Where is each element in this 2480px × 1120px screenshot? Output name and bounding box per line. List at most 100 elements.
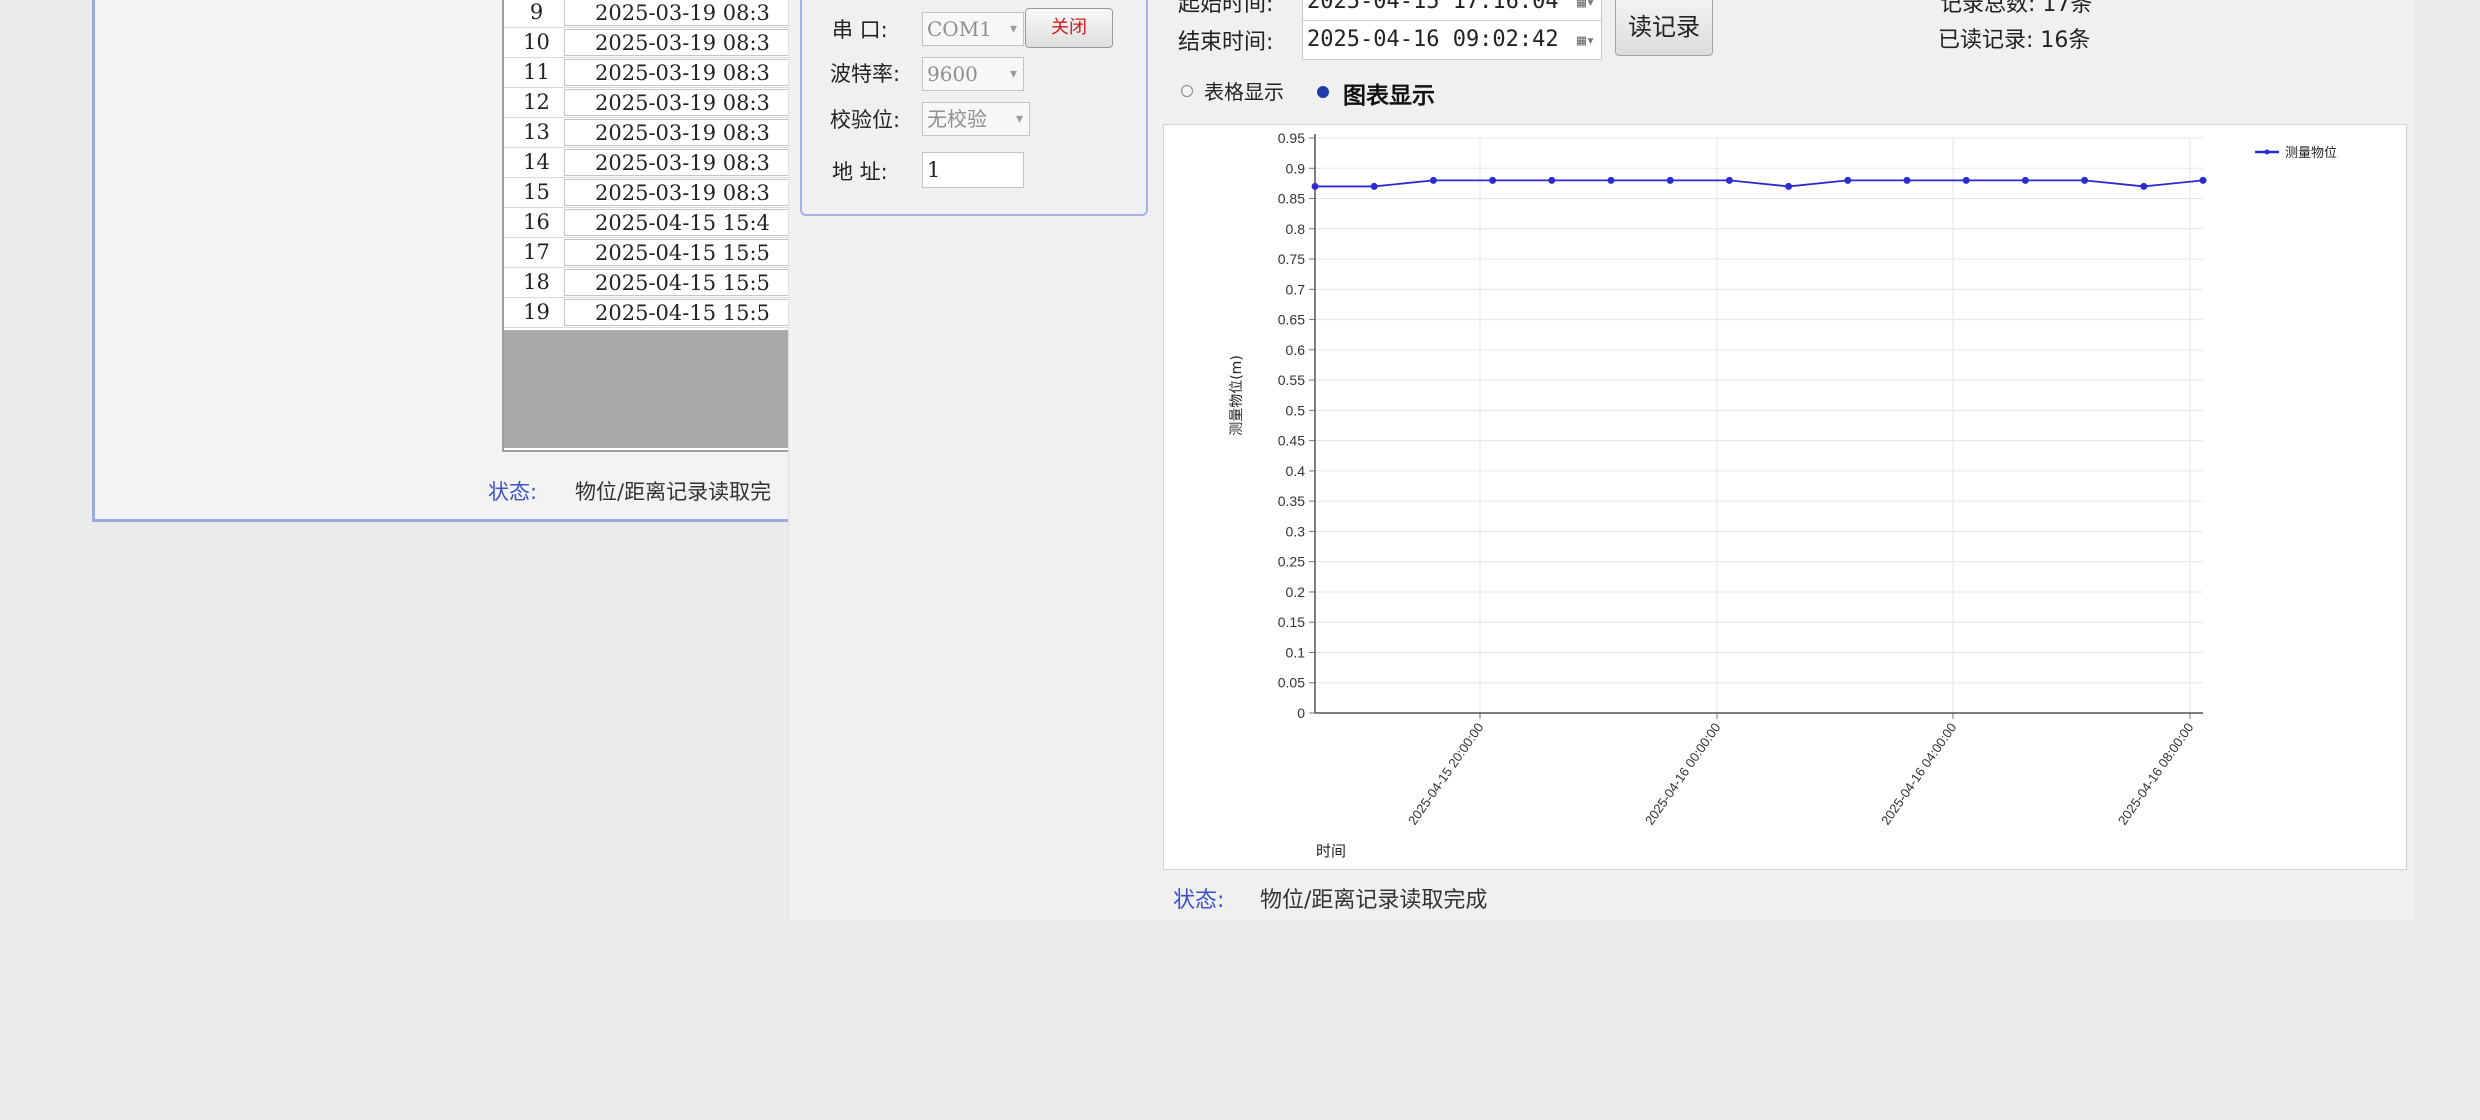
baud-select-value: 9600 — [927, 62, 978, 86]
table-row[interactable]: 14 2025-03-19 08:3 — [504, 148, 824, 178]
row-index: 15 — [523, 180, 550, 204]
y-axis-label: 测量物位(m) — [1229, 355, 1245, 436]
row-datetime: 2025-04-15 15:5 — [564, 299, 824, 326]
row-datetime: 2025-03-19 08:3 — [564, 59, 824, 86]
close-port-button[interactable]: 关闭 — [1025, 8, 1113, 48]
chevron-down-icon: ▾ — [1015, 111, 1023, 127]
data-point — [1311, 182, 1319, 190]
table-row[interactable]: 10 2025-03-19 08:3 — [504, 28, 824, 58]
row-index: 10 — [523, 30, 550, 54]
series-line — [1315, 179, 2204, 188]
row-datetime: 2025-03-19 08:3 — [564, 179, 824, 206]
y-tick-label: 0.05 — [1278, 675, 1305, 691]
back-status-label: 状态: — [488, 480, 538, 504]
y-tick-label: 0.55 — [1278, 372, 1305, 388]
start-time-label: 起始时间: — [1178, 0, 1274, 17]
chart-view-label[interactable]: 图表显示 — [1343, 76, 1435, 110]
y-tick-label: 0.2 — [1286, 584, 1306, 600]
data-point — [1666, 176, 1674, 184]
data-point — [1429, 176, 1437, 184]
y-tick-label: 0 — [1297, 705, 1305, 721]
end-time-label: 结束时间: — [1178, 30, 1274, 55]
start-time-value: 2025-04-15 17:16:04 — [1307, 0, 1559, 14]
read-records-button[interactable]: 读记录 — [1615, 0, 1713, 56]
table-row[interactable]: 11 2025-03-19 08:3 — [504, 58, 824, 88]
main-status-label: 状态: — [1173, 888, 1225, 913]
y-tick-label: 0.7 — [1286, 281, 1306, 297]
table-empty-area — [504, 330, 814, 448]
back-status-text: 物位/距离记录读取完 — [575, 480, 772, 504]
main-status-text: 物位/距离记录读取完成 — [1260, 888, 1488, 913]
row-datetime: 2025-04-15 15:5 — [564, 239, 824, 266]
row-index: 16 — [523, 210, 550, 234]
data-point — [1489, 176, 1497, 184]
data-point — [2199, 176, 2207, 184]
data-point — [1548, 176, 1556, 184]
x-tick-label: 2025-04-16 00:00:00 — [1642, 720, 1724, 827]
y-tick-label: 0.95 — [1278, 130, 1305, 146]
y-tick-label: 0.15 — [1278, 614, 1305, 630]
table-row[interactable]: 9 2025-03-19 08:3 — [504, 0, 824, 28]
y-tick-label: 0.4 — [1286, 463, 1306, 479]
parity-select-value: 无校验 — [927, 107, 987, 131]
chevron-down-icon: ▾ — [1009, 66, 1017, 82]
row-datetime: 2025-03-19 08:3 — [564, 29, 824, 56]
row-index: 11 — [523, 60, 550, 84]
data-point — [2021, 176, 2029, 184]
calendar-icon[interactable]: ▦▾ — [1577, 21, 1595, 59]
y-tick-label: 0.35 — [1278, 493, 1305, 509]
read-records-count: 已读记录: 16条 — [1938, 28, 2091, 53]
start-time-picker[interactable]: 2025-04-15 17:16:04 ▦▾ — [1302, 0, 1602, 22]
chevron-down-icon: ▾ — [1009, 21, 1017, 37]
row-datetime: 2025-03-19 08:3 — [564, 149, 824, 176]
port-select[interactable]: COM1 ▾ — [922, 12, 1024, 46]
table-row[interactable]: 13 2025-03-19 08:3 — [504, 118, 824, 148]
row-datetime: 2025-04-15 15:4 — [564, 209, 824, 236]
table-row[interactable]: 16 2025-04-15 15:4 — [504, 208, 824, 238]
row-index: 18 — [523, 270, 550, 294]
row-index: 12 — [523, 90, 550, 114]
end-time-value: 2025-04-16 09:02:42 — [1307, 27, 1559, 52]
table-view-label[interactable]: 表格显示 — [1204, 76, 1284, 105]
address-input[interactable]: 1 — [922, 152, 1024, 188]
y-tick-label: 0.75 — [1278, 251, 1305, 267]
data-point — [1844, 176, 1852, 184]
y-tick-label: 0.85 — [1278, 191, 1305, 207]
end-time-picker[interactable]: 2025-04-16 09:02:42 ▦▾ — [1302, 20, 1602, 60]
calendar-icon[interactable]: ▦▾ — [1577, 0, 1595, 21]
x-tick-label: 2025-04-15 20:00:00 — [1405, 720, 1487, 827]
y-tick-label: 0.5 — [1286, 402, 1306, 418]
y-tick-label: 0.8 — [1286, 221, 1306, 237]
baud-label: 波特率: — [830, 62, 901, 86]
address-label: 地 址: — [832, 160, 888, 184]
baud-select[interactable]: 9600 ▾ — [922, 57, 1024, 91]
chart-view-radio[interactable] — [1317, 86, 1329, 98]
table-row[interactable]: 17 2025-04-15 15:5 — [504, 238, 824, 268]
table-row[interactable]: 19 2025-04-15 15:5 — [504, 298, 824, 328]
data-point — [1370, 182, 1378, 190]
legend-label: 测量物位 — [2285, 146, 2337, 161]
port-select-value: COM1 — [927, 17, 992, 41]
row-index: 17 — [523, 240, 550, 264]
table-row[interactable]: 12 2025-03-19 08:3 — [504, 88, 824, 118]
row-datetime: 2025-03-19 08:3 — [564, 119, 824, 146]
data-point — [1903, 176, 1911, 184]
row-datetime: 2025-04-15 15:5 — [564, 269, 824, 296]
table-row[interactable]: 18 2025-04-15 15:5 — [504, 268, 824, 298]
parity-select[interactable]: 无校验 ▾ — [922, 102, 1030, 136]
table-view-radio[interactable] — [1181, 85, 1193, 97]
y-tick-label: 0.65 — [1278, 312, 1305, 328]
row-datetime: 2025-03-19 08:3 — [564, 0, 824, 26]
port-label: 串 口: — [832, 18, 888, 42]
x-tick-label: 2025-04-16 08:00:00 — [2115, 720, 2197, 827]
parity-label: 校验位: — [830, 108, 901, 132]
data-point — [1725, 176, 1733, 184]
data-point — [1785, 182, 1793, 190]
data-point — [1607, 176, 1615, 184]
total-records-text: 记录总数: 17条 — [1940, 0, 2093, 17]
data-point — [2140, 182, 2148, 190]
row-index: 9 — [529, 0, 544, 24]
y-tick-label: 0.25 — [1278, 554, 1305, 570]
table-row[interactable]: 15 2025-03-19 08:3 — [504, 178, 824, 208]
row-index: 13 — [523, 120, 550, 144]
